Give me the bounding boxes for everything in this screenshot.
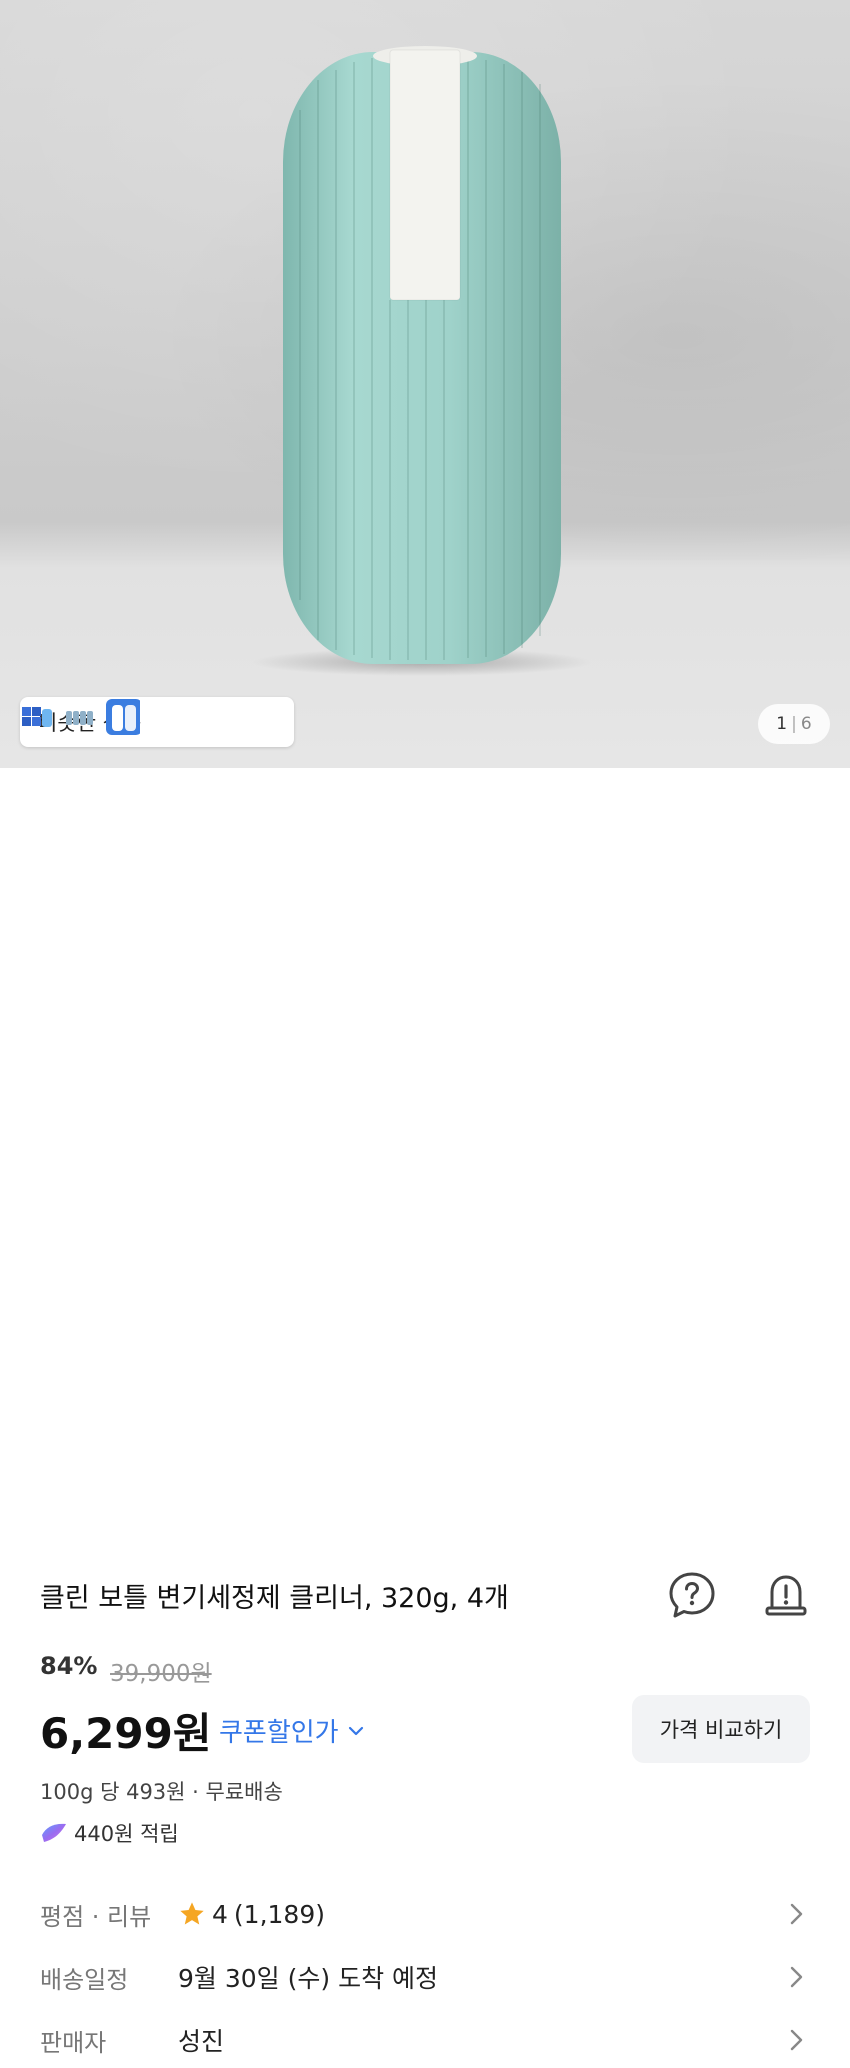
rating-score: 4 [212,1899,228,1929]
reward-points-text: 440원 적립 [74,1822,179,1846]
product-image-gallery[interactable]: 비슷한 상품 1 | 6 [0,0,850,768]
sale-price: 6,299원 [40,1709,212,1758]
page-separator: | [791,714,797,734]
similar-products-button[interactable]: 비슷한 상품 [20,697,294,747]
chevron-right-icon [790,1903,803,1925]
page-total: 6 [800,714,812,734]
seller-row[interactable]: 판매자 성진 [0,2012,850,2068]
discount-rate: 84% [40,1652,98,1680]
rating-label: 평점 · 리뷰 [40,1902,152,1931]
alarm-bell-icon [765,1575,807,1616]
points-icon [42,1823,66,1842]
chevron-down-icon [348,1726,363,1735]
thumbnail-3-icon [106,699,140,735]
review-count: (1,189) [233,1899,325,1929]
coupon-price-toggle[interactable]: 쿠폰할인가 [219,1712,365,1749]
seller-value: 성진 [178,2027,225,2056]
question-button[interactable] [666,1569,718,1621]
star-icon [180,1902,204,1925]
question-bubble-icon [669,1572,715,1618]
delivery-schedule-row[interactable]: 배송일정 9월 30일 (수) 도착 예정 [0,1949,850,2005]
chevron-right-icon [790,1966,803,1988]
product-title: 클린 보틀 변기세정제 클리너, 320g, 4개 [40,1583,509,1614]
delivery-label: 배송일정 [40,1965,129,1994]
coupon-label: 쿠폰할인가 [219,1718,339,1748]
product-image [252,46,592,676]
restock-alarm-button[interactable] [760,1569,812,1621]
rating-review-row[interactable]: 평점 · 리뷰 4 (1,189) [0,1886,850,1942]
image-page-indicator: 1 | 6 [758,704,830,744]
seller-label: 판매자 [40,2028,107,2057]
original-price: 39,900원 [110,1661,212,1687]
thumbnail-1-icon [22,707,52,727]
delivery-value: 9월 30일 (수) 도착 예정 [178,1964,439,1993]
rating-value: 4 (1,189) [178,1900,325,1929]
unit-price-shipping: 100g 당 493원 · 무료배송 [40,1780,283,1804]
thumbnail-2-icon [66,711,93,725]
page-current: 1 [776,714,788,734]
price-compare-button[interactable]: 가격 비교하기 [632,1695,810,1763]
chevron-right-icon [790,2029,803,2051]
reward-points: 440원 적립 [40,1818,179,1848]
